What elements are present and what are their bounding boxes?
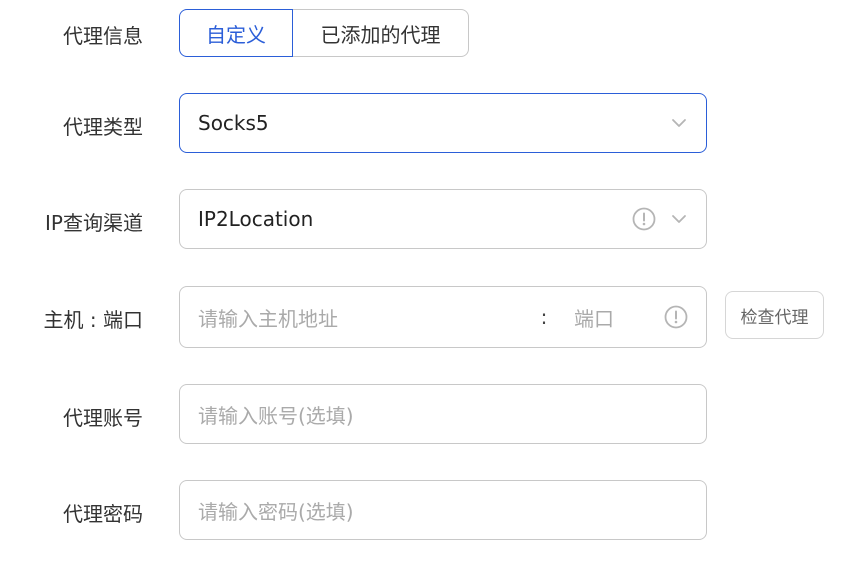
tab-added-proxies[interactable]: 已添加的代理 bbox=[293, 9, 469, 57]
password-placeholder: 请输入密码(选填) bbox=[198, 499, 354, 524]
ip-channel-row: IP查询渠道 IP2Location bbox=[0, 189, 849, 249]
proxy-settings-form: 代理信息 自定义 已添加的代理 代理类型 Socks5 IP查询渠道 IP2Lo… bbox=[0, 0, 849, 562]
proxy-type-row: 代理类型 Socks5 bbox=[0, 93, 849, 153]
check-proxy-button[interactable]: 检查代理 bbox=[725, 291, 824, 339]
host-port-separator: : bbox=[540, 305, 548, 329]
ip-channel-label: IP查询渠道 bbox=[45, 211, 143, 235]
info-circle-icon[interactable] bbox=[664, 305, 688, 329]
ip-channel-select[interactable]: IP2Location bbox=[179, 189, 707, 249]
proxy-info-row: 代理信息 自定义 已添加的代理 bbox=[0, 0, 849, 66]
ip-channel-value: IP2Location bbox=[198, 207, 314, 231]
password-label: 代理密码 bbox=[63, 502, 143, 526]
info-circle-icon[interactable] bbox=[632, 207, 656, 231]
chevron-down-icon bbox=[672, 119, 686, 127]
account-row: 代理账号 请输入账号(选填) bbox=[0, 384, 849, 444]
account-input[interactable]: 请输入账号(选填) bbox=[179, 384, 707, 444]
host-port-label: 主机 : 端口 bbox=[43, 308, 143, 332]
password-input[interactable]: 请输入密码(选填) bbox=[179, 480, 707, 540]
proxy-source-toggle: 自定义 已添加的代理 bbox=[179, 9, 469, 57]
host-input[interactable]: 请输入主机地址 bbox=[198, 303, 514, 332]
proxy-info-label: 代理信息 bbox=[63, 24, 143, 48]
proxy-type-value: Socks5 bbox=[198, 111, 269, 135]
proxy-type-select[interactable]: Socks5 bbox=[179, 93, 707, 153]
chevron-down-icon bbox=[672, 215, 686, 223]
password-row: 代理密码 请输入密码(选填) bbox=[0, 480, 849, 540]
host-port-field: 请输入主机地址 : 端口 bbox=[179, 286, 707, 348]
port-input[interactable]: 端口 bbox=[574, 303, 664, 332]
host-port-row: 主机 : 端口 请输入主机地址 : 端口 bbox=[0, 286, 849, 348]
proxy-type-label: 代理类型 bbox=[63, 115, 143, 139]
tab-custom[interactable]: 自定义 bbox=[179, 9, 293, 57]
account-label: 代理账号 bbox=[63, 406, 143, 430]
account-placeholder: 请输入账号(选填) bbox=[198, 403, 354, 428]
